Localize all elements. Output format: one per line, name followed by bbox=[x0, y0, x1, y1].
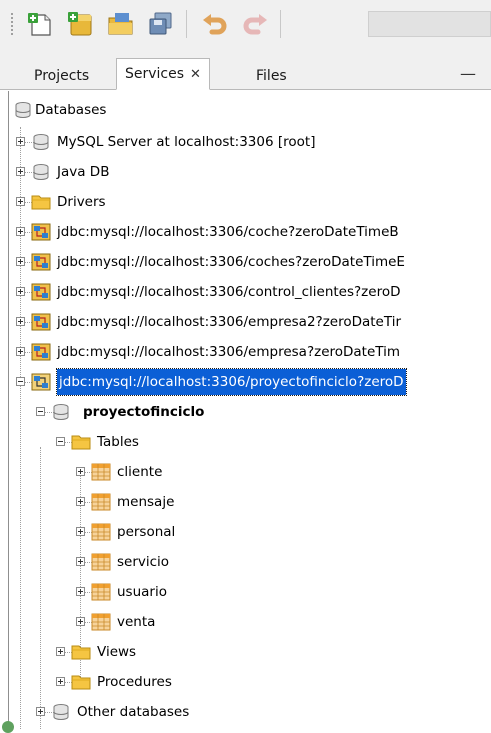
folder-icon bbox=[31, 195, 51, 210]
disconnected-icon bbox=[31, 253, 51, 271]
database-icon bbox=[53, 704, 69, 720]
expand-icon[interactable] bbox=[76, 467, 85, 476]
tree-label: Other databases bbox=[77, 704, 190, 720]
tree-label: jdbc:mysql://localhost:3306/empresa2?zer… bbox=[57, 314, 401, 330]
expand-icon[interactable] bbox=[56, 677, 65, 686]
disconnected-icon bbox=[31, 283, 51, 301]
tab-bar: Projects Services ✕ Files — bbox=[0, 48, 491, 90]
main-toolbar bbox=[0, 0, 491, 49]
table-icon bbox=[91, 613, 111, 631]
tree-label: jdbc:mysql://localhost:3306/proyectofinc… bbox=[56, 368, 407, 396]
tree-label: venta bbox=[117, 614, 156, 630]
collapse-icon[interactable] bbox=[36, 407, 45, 416]
expand-icon[interactable] bbox=[76, 527, 85, 536]
collapse-icon[interactable] bbox=[56, 437, 65, 446]
expand-icon[interactable] bbox=[16, 347, 25, 356]
tree-label: jdbc:mysql://localhost:3306/coche?zeroDa… bbox=[57, 224, 399, 240]
database-icon bbox=[53, 404, 69, 420]
tree-guide bbox=[40, 447, 41, 729]
folder-icon bbox=[71, 645, 91, 660]
tab-label: Services bbox=[125, 66, 185, 82]
expand-icon[interactable] bbox=[56, 647, 65, 656]
minimize-button[interactable]: — bbox=[460, 64, 476, 83]
expand-icon[interactable] bbox=[76, 497, 85, 506]
expand-icon[interactable] bbox=[76, 587, 85, 596]
disconnected-icon bbox=[31, 313, 51, 331]
tab-label: Files bbox=[256, 68, 287, 84]
collapse-icon[interactable] bbox=[16, 377, 25, 386]
disconnected-icon bbox=[31, 343, 51, 361]
expand-icon[interactable] bbox=[16, 227, 25, 236]
expand-icon[interactable] bbox=[16, 317, 25, 326]
expand-icon[interactable] bbox=[16, 287, 25, 296]
tree-label: cliente bbox=[117, 464, 163, 480]
expand-icon[interactable] bbox=[16, 257, 25, 266]
table-icon bbox=[91, 463, 111, 481]
toolbar-separator bbox=[186, 10, 187, 38]
tab-files[interactable]: Files bbox=[248, 62, 295, 90]
tree-label: servicio bbox=[117, 554, 170, 570]
tree-label: Views bbox=[97, 644, 137, 660]
table-icon bbox=[91, 583, 111, 601]
tree-label: Procedures bbox=[97, 674, 172, 690]
tab-label: Projects bbox=[34, 68, 90, 84]
folder-icon bbox=[71, 435, 91, 450]
expand-icon[interactable] bbox=[16, 197, 25, 206]
tree-label: jdbc:mysql://localhost:3306/empresa?zero… bbox=[57, 344, 401, 360]
tree-label: jdbc:mysql://localhost:3306/control_clie… bbox=[57, 284, 401, 300]
table-icon bbox=[91, 493, 111, 511]
folder-icon bbox=[71, 675, 91, 690]
database-icon bbox=[15, 102, 31, 118]
redo-icon[interactable] bbox=[240, 10, 270, 38]
disconnected-icon bbox=[31, 223, 51, 241]
expand-icon[interactable] bbox=[76, 617, 85, 626]
expand-icon[interactable] bbox=[76, 557, 85, 566]
tree-label: jdbc:mysql://localhost:3306/coches?zeroD… bbox=[57, 254, 405, 270]
close-icon[interactable]: ✕ bbox=[190, 67, 201, 82]
expand-icon[interactable] bbox=[16, 137, 25, 146]
tree-label: usuario bbox=[117, 584, 167, 600]
database-server-icon bbox=[33, 164, 49, 180]
expand-icon[interactable] bbox=[36, 707, 45, 716]
toolbar-separator bbox=[280, 10, 281, 38]
toolbar-grip[interactable] bbox=[10, 12, 14, 36]
new-project-icon[interactable] bbox=[66, 10, 96, 38]
status-indicator-icon bbox=[2, 721, 14, 733]
save-all-icon[interactable] bbox=[146, 10, 176, 38]
table-icon bbox=[91, 523, 111, 541]
tree-label: MySQL Server at localhost:3306 [root] bbox=[57, 134, 316, 150]
expand-icon[interactable] bbox=[16, 167, 25, 176]
tree-label: proyectofinciclo bbox=[83, 404, 205, 420]
tree-guide bbox=[20, 127, 21, 729]
tree-label: Databases bbox=[35, 102, 107, 118]
undo-icon[interactable] bbox=[200, 10, 230, 38]
tab-projects[interactable]: Projects bbox=[26, 62, 97, 90]
new-file-icon[interactable] bbox=[26, 10, 56, 38]
tree-label: Java DB bbox=[57, 164, 110, 180]
tab-services[interactable]: Services ✕ bbox=[116, 58, 210, 90]
tree-label: mensaje bbox=[117, 494, 175, 510]
tree-label: personal bbox=[117, 524, 176, 540]
services-tree[interactable]: Databases MySQL Server at localhost:3306… bbox=[8, 91, 491, 729]
table-icon bbox=[91, 553, 111, 571]
tree-label: Drivers bbox=[57, 194, 106, 210]
open-project-icon[interactable] bbox=[106, 10, 136, 38]
tree-label: Tables bbox=[97, 434, 139, 450]
database-server-icon bbox=[33, 134, 49, 150]
connected-icon bbox=[31, 373, 51, 391]
toolbar-config-field[interactable] bbox=[368, 11, 491, 37]
